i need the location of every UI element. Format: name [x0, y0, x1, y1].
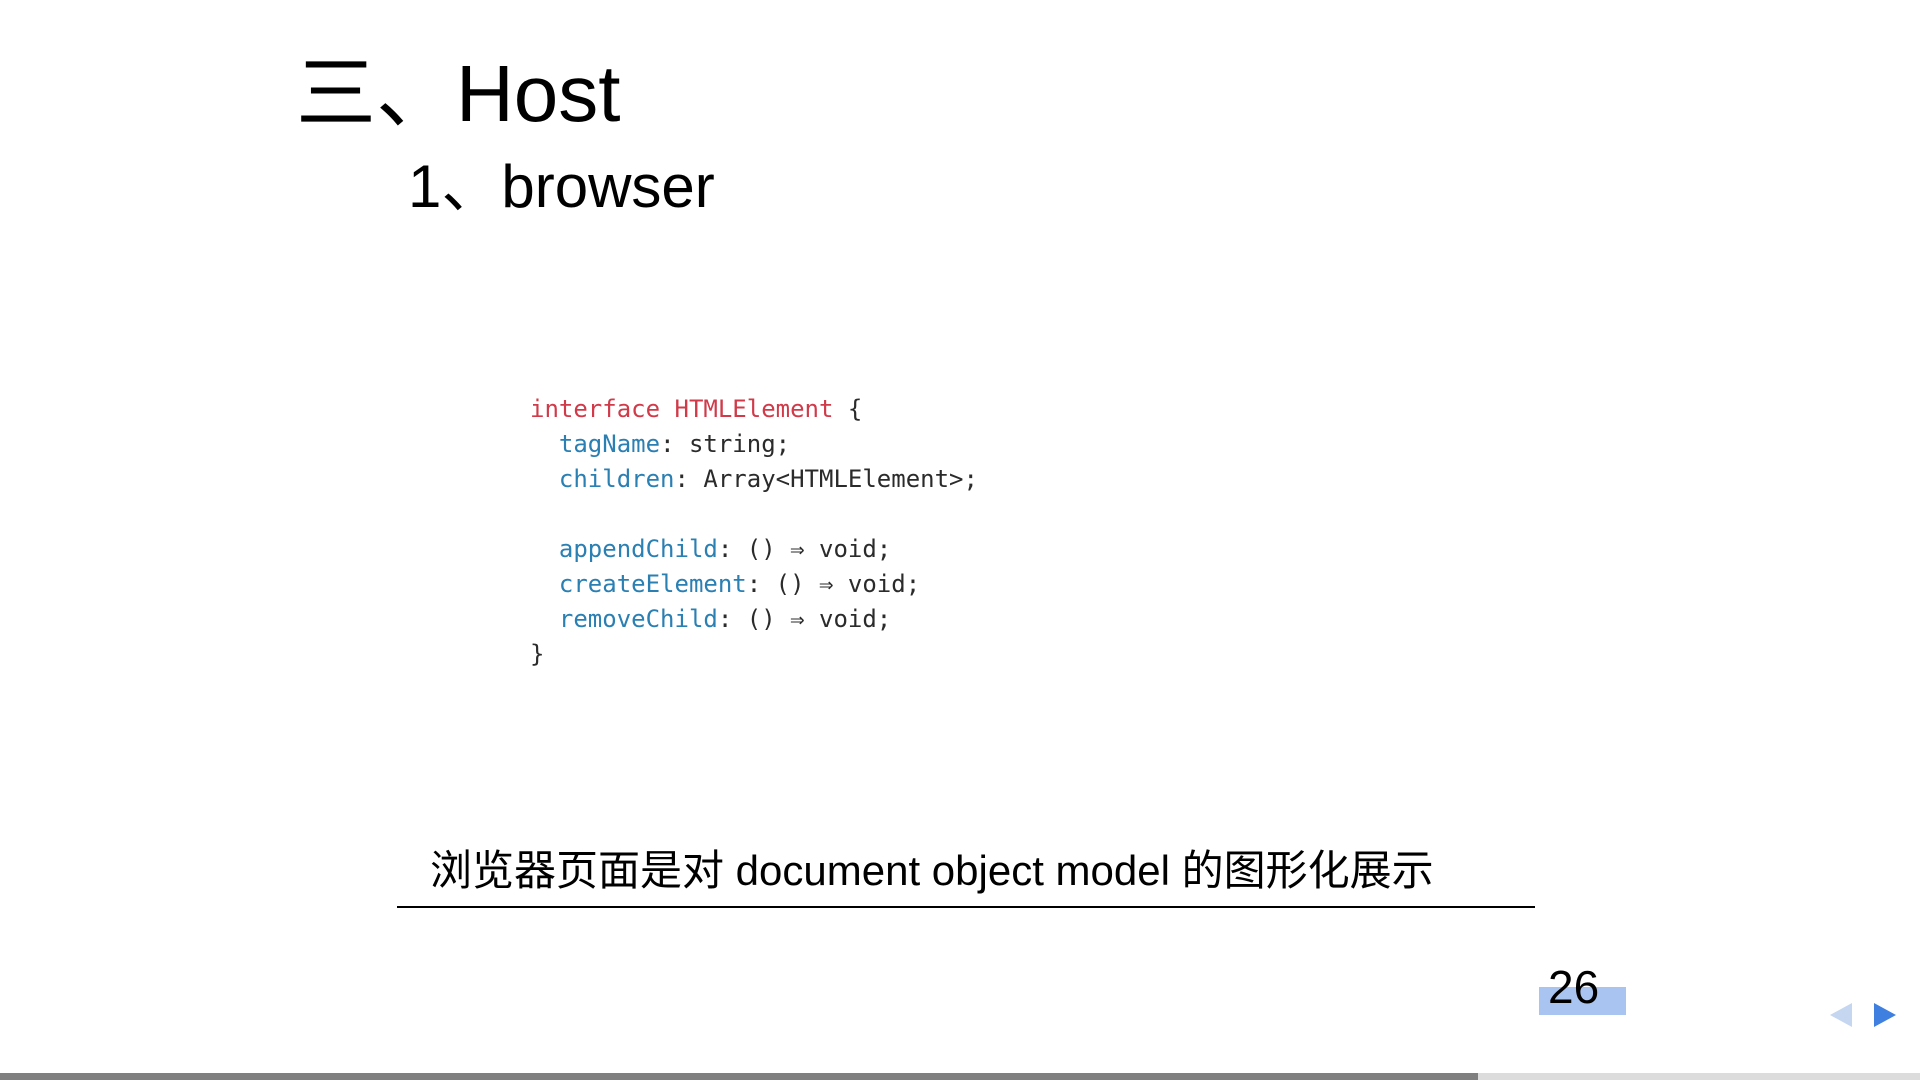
code-token: tagName — [558, 430, 661, 458]
code-token: : () ⇒ void; — [717, 605, 892, 633]
code-block: interface HTMLElement { tagName: string;… — [530, 392, 978, 672]
slide-title: 三、Host — [296, 49, 621, 138]
progress-bar-fill — [0, 1073, 1479, 1080]
code-line: } — [530, 637, 978, 672]
code-line: createElement: () ⇒ void; — [530, 567, 978, 602]
progress-bar — [0, 1073, 1920, 1080]
code-token: } — [530, 640, 545, 668]
code-token: createElement — [558, 570, 747, 598]
slide: 三、Host 1、browser interface HTMLElement {… — [0, 0, 1920, 1080]
triangle-left-icon[interactable] — [1830, 1003, 1852, 1027]
code-token: : string; — [660, 430, 791, 458]
code-line: children: Array<HTMLElement>; — [530, 462, 978, 497]
code-token: { — [833, 395, 863, 423]
code-line: interface HTMLElement { — [530, 392, 978, 427]
code-line: appendChild: () ⇒ void; — [530, 532, 978, 567]
slide-caption: 浏览器页面是对 document object model 的图形化展示 — [430, 847, 1434, 894]
code-line: removeChild: () ⇒ void; — [530, 602, 978, 637]
slide-subtitle: 1、browser — [408, 153, 715, 220]
triangle-right-icon[interactable] — [1874, 1003, 1896, 1027]
code-token: children — [558, 465, 675, 493]
caption-underline — [397, 906, 1535, 908]
code-token: appendChild — [558, 535, 718, 563]
code-token: removeChild — [558, 605, 718, 633]
code-token: interface HTMLElement — [530, 395, 834, 423]
code-token: : Array<HTMLElement>; — [674, 465, 978, 493]
page-number: 26 — [1548, 961, 1600, 1013]
code-line: tagName: string; — [530, 427, 978, 462]
code-token: : () ⇒ void; — [746, 570, 921, 598]
code-token: : () ⇒ void; — [717, 535, 892, 563]
